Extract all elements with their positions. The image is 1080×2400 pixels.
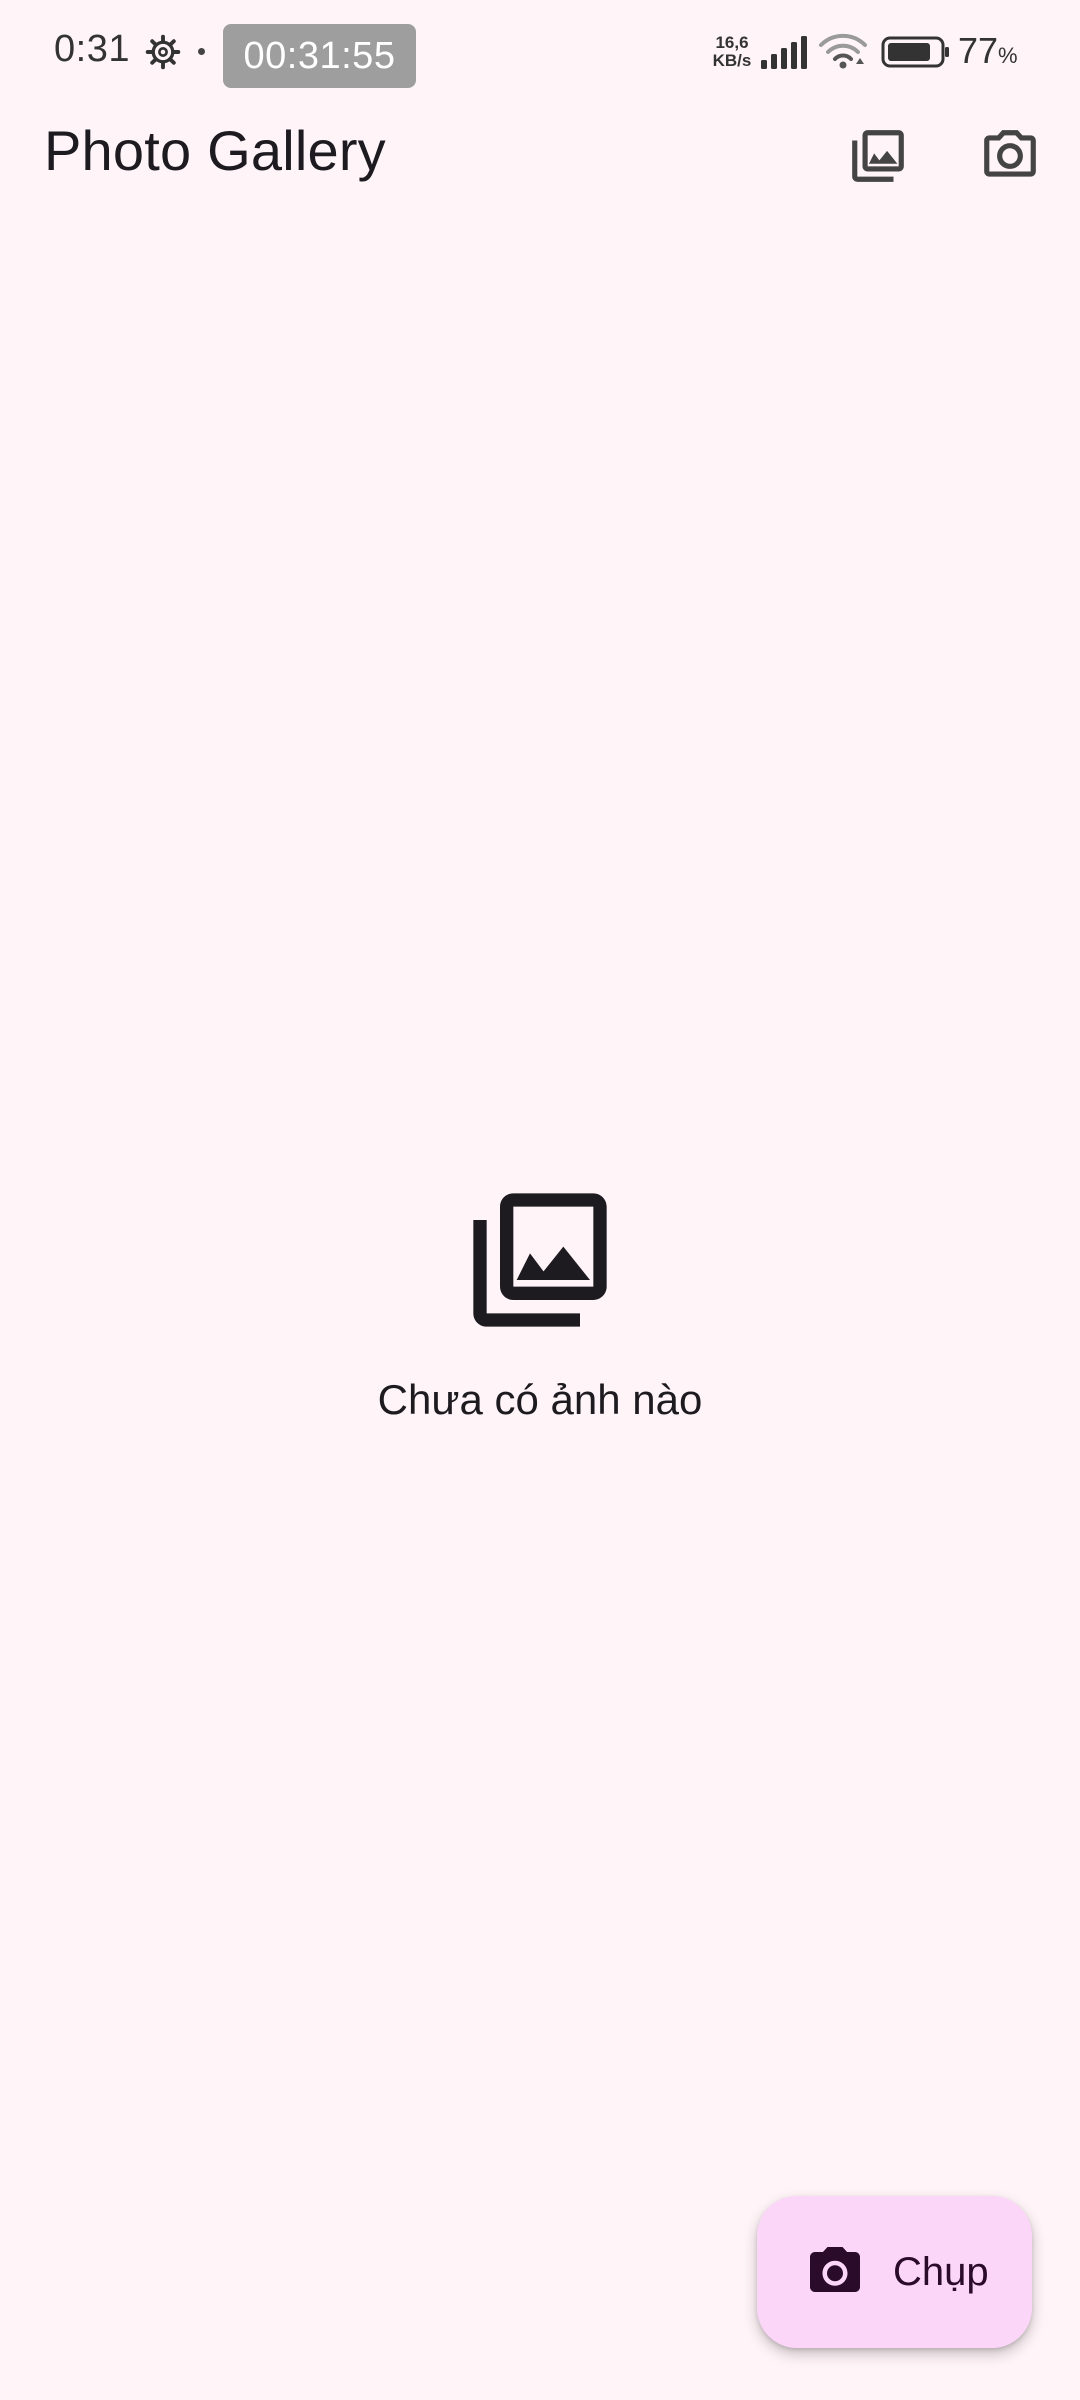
camera-icon (810, 2247, 860, 2292)
empty-state-message: Chưa có ảnh nào (377, 1376, 703, 1423)
notification-dot (198, 48, 205, 55)
network-speed-value: 16,6 (715, 33, 749, 52)
settings-gear-icon (145, 34, 181, 70)
screen-recorder-chip[interactable]: 00:31:55 (223, 24, 416, 88)
battery-percent-value: 77 (958, 30, 999, 71)
camera-button[interactable] (974, 120, 1046, 192)
capture-fab[interactable]: Chụp (757, 2196, 1032, 2348)
network-speed-unit: KB/s (712, 51, 752, 70)
empty-state: Chưa có ảnh nào (0, 1180, 1080, 1424)
camera-icon (984, 130, 1036, 177)
capture-fab-label: Chụp (893, 2249, 989, 2294)
app-title: Photo Gallery (44, 119, 386, 182)
battery-icon (881, 36, 949, 68)
gallery-button[interactable] (842, 120, 914, 192)
photo-library-icon (852, 130, 904, 182)
battery-percent-symbol: % (998, 43, 1018, 68)
network-speed: 16,6 KB/s (709, 34, 755, 70)
top-app-bar: Photo Gallery (0, 100, 1080, 212)
status-bar: 0:31 00:31:55 16,6 KB/s 77% (0, 0, 1080, 100)
status-time: 0:31 (54, 28, 130, 70)
battery-percent: 77% (958, 30, 1018, 72)
signal-bars-icon (761, 36, 807, 69)
wifi-icon (819, 33, 867, 69)
photo-library-icon (473, 1193, 607, 1327)
